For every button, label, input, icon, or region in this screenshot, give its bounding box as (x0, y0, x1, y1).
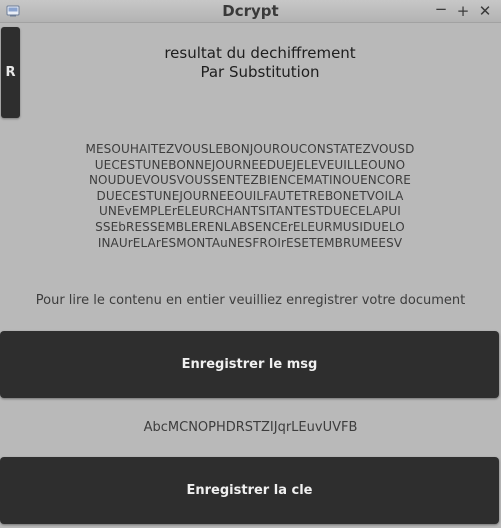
result-title-line2: Par Substitution (200, 63, 320, 81)
title-bar: Dcrypt − + ✕ (0, 0, 501, 23)
ciphertext-line: UNEvEMPLErELEURCHANTSITANTESTDUECELAPUI (99, 204, 401, 219)
app-window: Dcrypt − + ✕ R resultat du dechiffrement… (0, 0, 501, 528)
substitution-key: AbcMCNOPHDRSTZIJqrLEuvUVFB (143, 420, 358, 435)
ciphertext-line: NOUDUEVOUSVOUSSENTEZBIENCEMATINOUENCORE (88, 173, 411, 188)
save-message-button[interactable]: Enregistrer le msg (0, 331, 499, 398)
close-button[interactable]: ✕ (476, 2, 494, 20)
ciphertext-line: SSEbRESSEMBLERENLABSENCErELEURMUSIDUELO (95, 219, 405, 234)
ciphertext-line: UECESTUNEBONNEJOURNEEDUEJELEVEUILLEOUNO (94, 157, 406, 172)
ciphertext-line: DUECESTUNEJOURNEEOUILFAUTETREBONETVOILA (96, 188, 404, 203)
minimize-button[interactable]: − (432, 0, 450, 18)
window-title: Dcrypt (222, 2, 279, 20)
result-title-line1: resultat du dechiffrement (164, 44, 356, 62)
ciphertext-block: MESOUHAITEZVOUSLEBONJOUROUCONSTATEZVOUSD… (20, 142, 480, 251)
r-button[interactable]: R (1, 27, 20, 118)
maximize-button[interactable]: + (454, 2, 472, 20)
ciphertext-line: INAUrELArESMONTAuNESFROIrESETEMBRUMEESV (97, 235, 403, 250)
ciphertext-line: MESOUHAITEZVOUSLEBONJOUROUCONSTATEZVOUSD (85, 142, 415, 156)
save-key-button[interactable]: Enregistrer la cle (0, 457, 499, 524)
result-heading: resultat du dechiffrement Par Substituti… (60, 44, 460, 82)
info-text: Pour lire le contenu en entier veuilliez… (35, 293, 466, 308)
